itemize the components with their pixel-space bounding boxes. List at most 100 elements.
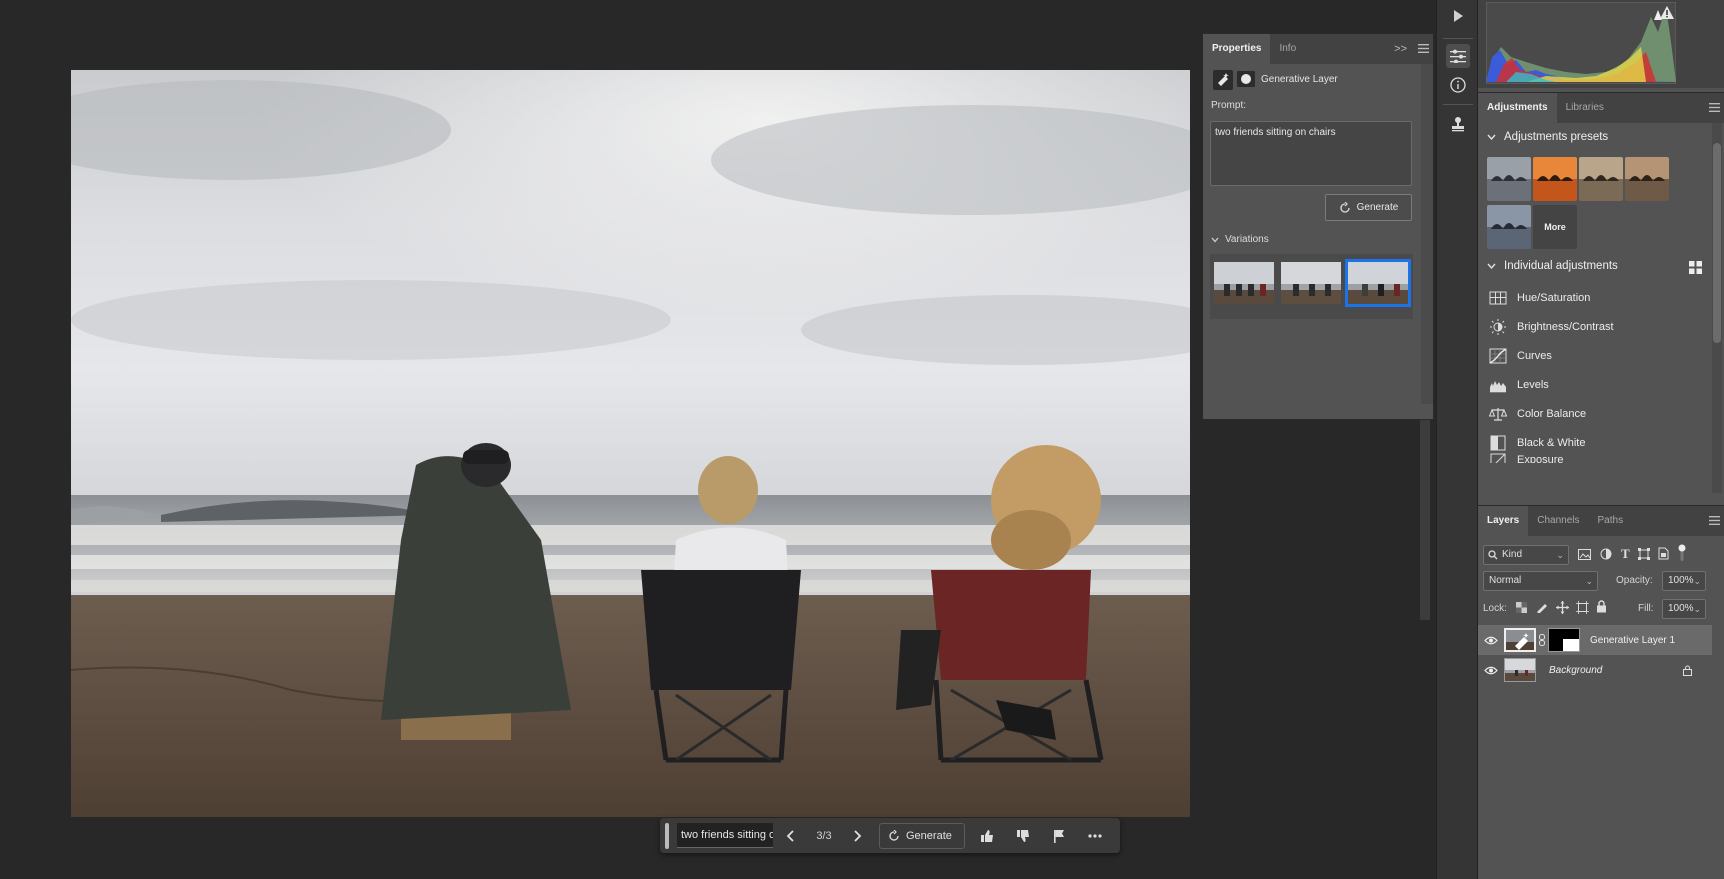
prompt-textarea[interactable]: two friends sitting on chairs [1210, 121, 1412, 186]
adjustment-label: Exposure [1517, 454, 1564, 463]
adjustment-color-balance[interactable]: Color Balance [1489, 403, 1586, 425]
opacity-value: 100% [1668, 575, 1694, 586]
panel-menu-icon[interactable] [1709, 516, 1720, 525]
adjustment-black-white[interactable]: Black & White [1489, 432, 1585, 454]
variation-thumbnail-3[interactable] [1345, 259, 1411, 307]
individual-adjustments-header[interactable]: Individual adjustments [1487, 260, 1618, 272]
blend-mode-select[interactable]: Normal ⌄ [1483, 571, 1598, 591]
panel-icon-strip [1436, 0, 1478, 879]
tab-adjustments[interactable]: Adjustments [1478, 93, 1557, 123]
more-presets-button[interactable]: More [1533, 205, 1577, 249]
variation-counter: 3/3 [816, 829, 832, 842]
adjustment-label: Brightness/Contrast [1517, 321, 1614, 333]
brightness-icon [1490, 319, 1506, 335]
tab-paths[interactable]: Paths [1589, 506, 1633, 536]
preset-thumbnail-3[interactable] [1579, 157, 1623, 201]
properties-scrollbar[interactable] [1421, 64, 1433, 404]
visibility-toggle[interactable] [1478, 666, 1504, 675]
adjustment-label: Levels [1517, 379, 1549, 391]
warning-icon[interactable] [1660, 6, 1674, 19]
text-filter-icon[interactable]: T [1621, 546, 1630, 562]
next-variation-button[interactable] [839, 818, 875, 853]
visibility-toggle[interactable] [1478, 636, 1504, 645]
panel-menu-icon[interactable] [1709, 103, 1720, 112]
tab-properties[interactable]: Properties [1203, 34, 1271, 64]
adjustments-tabbar: Adjustments Libraries [1478, 93, 1724, 123]
shape-filter-icon[interactable] [1638, 548, 1650, 560]
chevron-down-icon [1487, 134, 1496, 140]
filter-kind-label: Kind [1502, 549, 1523, 560]
sliders-icon [1450, 49, 1466, 63]
properties-generate-button[interactable]: Generate [1325, 194, 1412, 221]
preset-thumbnail-1[interactable] [1487, 157, 1531, 201]
layer-mask-icon [1237, 71, 1255, 87]
previous-variation-button[interactable] [773, 818, 809, 853]
adjustment-label: Curves [1517, 350, 1552, 362]
play-button[interactable] [1446, 4, 1470, 28]
canvas-image[interactable] [71, 70, 1190, 817]
canvas-vertical-scrollbar[interactable] [1420, 420, 1430, 620]
layer-filter-select[interactable]: Kind ⌄ [1483, 545, 1569, 565]
variation-thumbnail-1[interactable] [1214, 262, 1274, 304]
lock-icon[interactable] [1683, 665, 1692, 676]
panel-menu-icon[interactable] [1418, 44, 1429, 53]
fill-input[interactable]: 100% ⌄ [1662, 599, 1706, 619]
variation-thumbnail-2[interactable] [1281, 262, 1341, 304]
layer-row-generative[interactable]: Generative Layer 1 [1478, 625, 1712, 655]
thumbs-up-icon [980, 829, 993, 842]
tab-libraries[interactable]: Libraries [1557, 93, 1613, 123]
tab-channels[interactable]: Channels [1528, 506, 1588, 536]
lock-transparency-icon[interactable] [1516, 602, 1527, 613]
tab-layers[interactable]: Layers [1478, 506, 1529, 536]
info-panel-button[interactable] [1446, 73, 1470, 97]
variations-label: Variations [1225, 234, 1269, 245]
smart-object-filter-icon[interactable] [1658, 547, 1669, 560]
thumbs-up-button[interactable] [969, 818, 1005, 853]
adjustments-scrollbar[interactable] [1712, 123, 1722, 493]
collapse-icon[interactable]: >> [1394, 43, 1407, 55]
opacity-input[interactable]: 100% ⌄ [1662, 571, 1706, 591]
adjustment-brightness-contrast[interactable]: Brightness/Contrast [1489, 316, 1614, 338]
adjustment-filter-icon[interactable] [1600, 548, 1612, 560]
layer-mask-thumbnail[interactable] [1548, 628, 1580, 652]
lock-artboard-icon[interactable] [1576, 601, 1589, 614]
preset-thumbnail-2[interactable] [1533, 157, 1577, 201]
image-filter-icon[interactable] [1578, 549, 1591, 560]
preset-thumbnail-4[interactable] [1625, 157, 1669, 201]
tab-info[interactable]: Info [1270, 34, 1305, 64]
link-icon[interactable] [1539, 634, 1545, 646]
preset-thumbnail-5[interactable] [1487, 205, 1531, 249]
layer-name: Background [1549, 664, 1603, 676]
adjustment-label: Hue/Saturation [1517, 292, 1591, 304]
eye-icon [1484, 636, 1498, 644]
scrollbar-thumb[interactable] [1713, 143, 1721, 343]
report-button[interactable] [1041, 818, 1077, 853]
adjustment-curves[interactable]: Curves [1489, 345, 1552, 367]
prompt-input[interactable]: two friends sitting on [677, 823, 773, 848]
presets-header[interactable]: Adjustments presets [1487, 131, 1608, 143]
layer-row-background[interactable]: Background [1478, 655, 1712, 685]
adjustment-hue-saturation[interactable]: Hue/Saturation [1489, 287, 1590, 309]
presets-title: Adjustments presets [1504, 131, 1609, 143]
adjustments-panel-button[interactable] [1446, 44, 1470, 68]
search-icon [1488, 550, 1498, 560]
generate-label: Generate [1356, 202, 1399, 213]
filter-toggle-icon[interactable] [1678, 544, 1686, 562]
variations-header[interactable]: Variations [1211, 234, 1269, 245]
adjustment-levels[interactable]: Levels [1489, 374, 1549, 396]
adjustment-label: Color Balance [1517, 408, 1587, 420]
prompt-label: Prompt: [1211, 100, 1247, 111]
stamp-panel-button[interactable] [1446, 112, 1470, 136]
lock-position-icon[interactable] [1556, 601, 1569, 614]
curves-icon [1489, 348, 1507, 364]
adjustment-exposure[interactable]: Exposure [1489, 453, 1563, 463]
grid-view-icon[interactable] [1689, 261, 1702, 274]
chevron-left-icon [786, 829, 794, 842]
more-options-button[interactable] [1077, 818, 1113, 853]
generate-button[interactable]: Generate [879, 822, 965, 849]
drag-handle[interactable] [665, 822, 669, 849]
thumbs-down-button[interactable] [1005, 818, 1041, 853]
lock-pixels-icon[interactable] [1536, 601, 1548, 613]
stamp-icon [1452, 117, 1464, 132]
lock-all-icon[interactable] [1596, 600, 1607, 613]
